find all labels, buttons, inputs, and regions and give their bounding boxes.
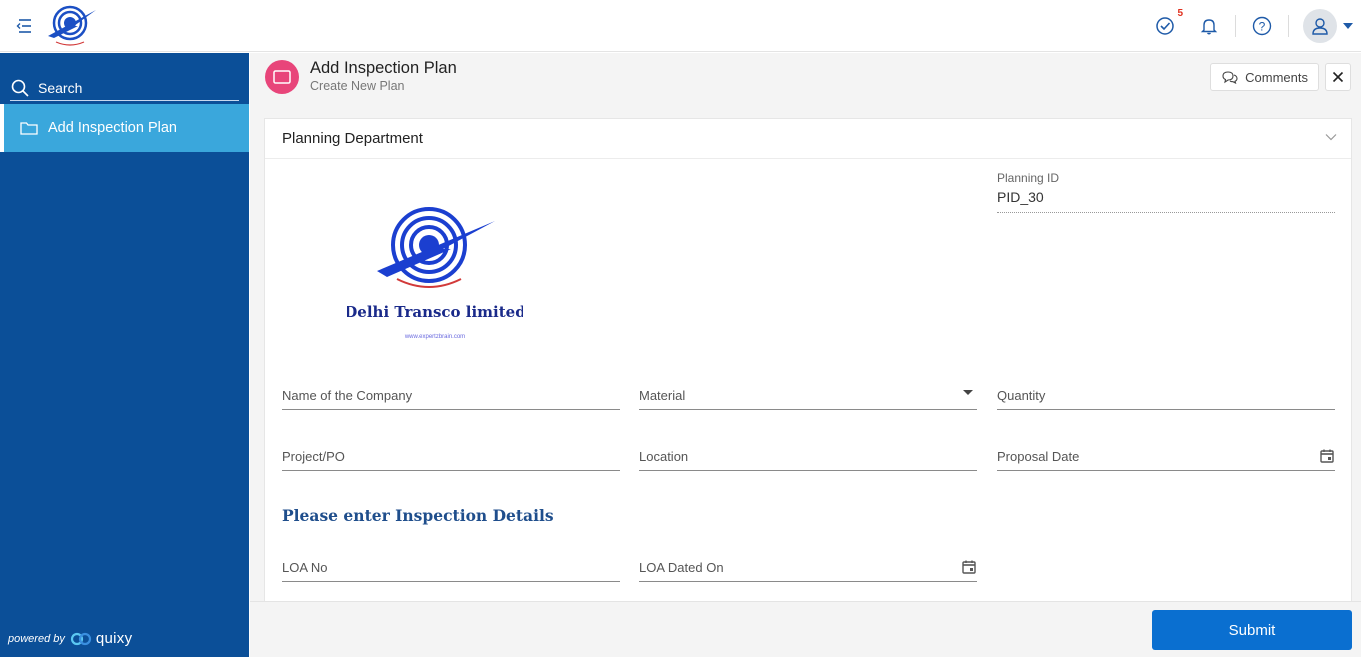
user-icon	[1312, 18, 1328, 35]
form-header: Add Inspection Plan Create New Plan Comm…	[250, 53, 1361, 103]
location-field[interactable]: Location	[639, 435, 977, 471]
location-label: Location	[639, 449, 689, 464]
material-select[interactable]: Material	[639, 374, 977, 410]
form-icon	[265, 60, 299, 94]
divider	[1235, 15, 1236, 37]
material-label: Material	[639, 388, 686, 403]
brand-name: quixy	[95, 630, 133, 647]
powered-by-text: powered by	[8, 632, 65, 645]
project-po-field[interactable]: Project/PO	[282, 435, 620, 471]
loa-dated-on-field[interactable]: LOA Dated On	[639, 546, 977, 582]
loa-no-field[interactable]: LOA No	[282, 546, 620, 582]
sidebar-item-add-inspection-plan[interactable]: Add Inspection Plan	[0, 104, 249, 152]
proposal-date-label: Proposal Date	[997, 449, 1080, 464]
svg-text:?: ?	[1259, 20, 1266, 34]
search-input[interactable]	[38, 79, 228, 96]
main-content: Add Inspection Plan Create New Plan Comm…	[250, 53, 1361, 657]
calendar-icon[interactable]	[961, 559, 977, 575]
proposal-date-field[interactable]: Proposal Date	[997, 435, 1335, 471]
project-po-label: Project/PO	[282, 449, 345, 464]
loa-dated-on-label: LOA Dated On	[639, 560, 724, 575]
form-footer: Submit	[250, 601, 1361, 657]
loa-no-label: LOA No	[282, 560, 328, 575]
company-name-label: Name of the Company	[282, 388, 413, 403]
close-button[interactable]	[1325, 63, 1351, 91]
section-title: Planning Department	[282, 130, 423, 147]
close-icon	[1332, 71, 1344, 83]
chevron-down-icon[interactable]	[1325, 133, 1337, 141]
delhi-transco-logo: Delhi Transco limited www.expertzbrain.c…	[344, 205, 526, 345]
company-name-field[interactable]: Name of the Company	[282, 374, 620, 410]
logo-company-name: Delhi Transco limited	[347, 303, 523, 321]
quantity-field[interactable]: Quantity	[997, 374, 1335, 410]
dropdown-arrow-icon	[963, 390, 973, 395]
submit-button[interactable]: Submit	[1152, 610, 1352, 650]
top-icons: 5 ?	[1153, 8, 1353, 44]
planning-id-value: PID_30	[997, 189, 1335, 213]
comments-button[interactable]: Comments	[1210, 63, 1319, 91]
quantity-label: Quantity	[997, 388, 1046, 403]
help-icon[interactable]: ?	[1250, 14, 1274, 38]
logo-website: www.expertzbrain.com	[404, 334, 465, 340]
sidebar-item-label: Add Inspection Plan	[48, 120, 177, 136]
tasks-check-icon[interactable]: 5	[1153, 8, 1183, 38]
comments-icon	[1222, 71, 1238, 84]
sidebar: Add Inspection Plan powered by quixy	[0, 53, 249, 657]
calendar-icon[interactable]	[1319, 448, 1335, 464]
sidebar-search	[10, 75, 239, 101]
section-header[interactable]: Planning Department	[265, 119, 1351, 159]
window-icon	[273, 70, 291, 84]
planning-department-card: Planning Department Delhi Transco limite…	[264, 118, 1352, 604]
powered-by: powered by quixy	[8, 630, 132, 647]
avatar[interactable]	[1303, 9, 1337, 43]
inspection-details-heading: Please enter Inspection Details	[282, 506, 554, 525]
page-title: Add Inspection Plan	[310, 59, 457, 77]
page-subtitle: Create New Plan	[310, 79, 405, 93]
quixy-logo-icon	[70, 632, 91, 645]
planning-id-label: Planning ID	[997, 171, 1060, 185]
divider	[1288, 15, 1289, 37]
top-bar: 5 ?	[0, 0, 1361, 52]
user-menu-caret-icon[interactable]	[1343, 23, 1353, 29]
comments-label: Comments	[1245, 69, 1308, 85]
company-logo[interactable]	[44, 4, 100, 48]
notification-bell-icon[interactable]	[1197, 14, 1221, 38]
folder-icon	[20, 122, 38, 135]
search-icon	[11, 79, 29, 97]
tasks-badge: 5	[1177, 8, 1183, 19]
menu-toggle-icon[interactable]	[14, 16, 34, 36]
